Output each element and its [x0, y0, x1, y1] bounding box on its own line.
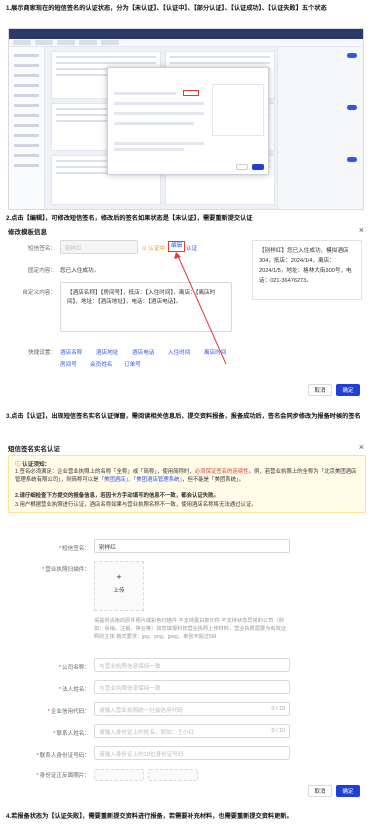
quick-item[interactable]: 会员姓名	[90, 360, 112, 368]
admin-sidebar	[9, 47, 45, 209]
id-number-label: *联系人身份证号码：	[36, 753, 90, 759]
legal-name-input[interactable]: 与营业执照信息保持一致	[94, 680, 290, 694]
fixed-content-value: 您已入住成功。	[60, 268, 100, 274]
admin-screenshot	[8, 28, 364, 210]
notice-rule-1: 1.签名必须满足：企业营业执照上的名称「全称」或「简称」，使用简称时，必须保证签…	[15, 469, 357, 483]
quick-item[interactable]: 入住时间	[168, 348, 190, 356]
quick-item[interactable]: 离店时间	[204, 348, 226, 356]
license-label: *营业执照扫描件：	[42, 567, 90, 573]
admin-sub-nav	[9, 39, 363, 47]
step-1-description: 1.展示商家现在的短信签名的认证状态，分为【未认证】、【认证中】、【部分认证】、…	[6, 5, 327, 12]
admin-modal	[107, 67, 269, 175]
fixed-content-label: 固定内容：	[28, 268, 56, 274]
step-2-description: 2.点击【编辑】，可修改短信签名，修改后的签名如果状态是【未认证】，需要重新提交…	[6, 215, 253, 222]
toggle-switch[interactable]	[347, 157, 357, 162]
upload-hint: 请提供清晰的原件照片或彩色扫描件 不支持黑白复印件 不支持状态异常的公司（例如：…	[94, 618, 286, 640]
cancel-button[interactable]: 取消	[308, 384, 332, 396]
preview-box	[212, 84, 264, 136]
quick-item[interactable]: 订单号	[124, 360, 141, 368]
id-photo-label: *身份证正反面照片：	[36, 773, 90, 779]
notice-rule-3: 3.用户根据营业执照进行认证，酒店名称如果与营业执照名称不一致，使用酒店名称将无…	[15, 502, 257, 508]
toggle-switch[interactable]	[347, 105, 357, 110]
sign-input[interactable]: 别样红	[94, 539, 290, 553]
custom-content-label: 自定义内容：	[22, 290, 56, 296]
step-4-description: 4.若报备状态为【认证失败】，需要重新提交资料进行报备，若需要补充材料，也需要重…	[6, 813, 293, 820]
sms-preview: 【别样红】您已入住成功，模拟酒店304，抵店：2024/1/4，离店：2024/…	[252, 240, 362, 300]
quick-item[interactable]: 房间号	[60, 360, 77, 368]
edit-template-dialog: 修改模板信息 × 短信签名： 别样红 ⊙ 认证中 编辑 认证 固定内容： 您已入…	[8, 225, 366, 396]
confirm-button[interactable]: 确定	[336, 785, 360, 797]
id-number-input[interactable]: 请输入身份证上的18位身份证号码	[94, 746, 290, 760]
legal-name-label: *法人姓名：	[58, 687, 90, 693]
credit-code-placeholder: 请输入营业执照统一社会信用代码	[99, 708, 183, 714]
sign-label: *短信签名：	[58, 546, 90, 552]
admin-top-nav	[9, 29, 363, 39]
quick-item[interactable]: 酒店电话	[132, 348, 154, 356]
credit-code-label: *企业信用代码：	[47, 709, 90, 715]
admin-right-pane	[277, 47, 363, 209]
status-highlight-box	[183, 90, 199, 96]
custom-content-textarea[interactable]: 【酒店名称】【房间号】，抵店：【入住时间】，离店：【离店时间】，地址：【酒店地址…	[60, 282, 232, 332]
quick-item[interactable]: 酒店名称	[60, 348, 82, 356]
id-photo-front-upload[interactable]	[94, 769, 144, 781]
contact-name-counter: 0 / 10	[271, 728, 286, 734]
close-icon[interactable]: ×	[359, 442, 364, 452]
license-upload[interactable]: + 上传	[94, 561, 144, 611]
quick-item[interactable]: 酒店地址	[96, 348, 118, 356]
quick-settings-label: 快捷设置：	[28, 350, 56, 356]
sign-value: 别样红	[65, 246, 82, 252]
credit-code-counter: 0 / 18	[271, 706, 286, 712]
company-input[interactable]: 与营业执照信息保持一致	[94, 658, 290, 672]
id-photo-back-upload[interactable]	[148, 769, 198, 781]
dialog-title: 修改模板信息	[8, 229, 47, 236]
modal-cancel-button[interactable]	[236, 164, 248, 170]
contact-name-label: *联系人姓名：	[53, 731, 90, 737]
dialog-title: 短信签名实名认证	[8, 446, 60, 453]
legal-name-placeholder: 与营业执照信息保持一致	[99, 686, 161, 692]
company-placeholder: 与营业执照信息保持一致	[99, 664, 161, 670]
upload-label: 上传	[113, 588, 125, 594]
company-label: *公司名称：	[58, 665, 90, 671]
auth-notice: ⓘ 认证须知： 1.签名必须满足：企业营业执照上的名称「全称」或「简称」，使用简…	[8, 455, 366, 513]
contact-name-placeholder: 请输入身份证上的姓名，例如：王小红	[99, 730, 195, 736]
toggle-switch[interactable]	[347, 53, 357, 58]
sign-label: 短信签名：	[28, 246, 56, 252]
contact-name-input[interactable]: 请输入身份证上的姓名，例如：王小红 0 / 10	[94, 724, 290, 738]
sign-value: 别样红	[99, 545, 116, 551]
notice-rule-2: 2.请仔细检查下方提交的报备信息，若因卡方手动填写的信息不一致，都会认证失败。	[15, 493, 219, 499]
id-number-placeholder: 请输入身份证上的18位身份证号码	[99, 752, 184, 758]
confirm-button[interactable]: 确定	[336, 384, 360, 396]
modal-confirm-button[interactable]	[252, 164, 264, 170]
status-badge: ⊙ 认证中	[142, 246, 166, 252]
notice-title: ⓘ 认证须知：	[15, 462, 51, 468]
custom-content-value: 【酒店名称】【房间号】，抵店：【入住时间】，离店：【离店时间】，地址：【酒店地址…	[67, 290, 216, 305]
close-icon[interactable]: ×	[359, 225, 364, 235]
sign-input[interactable]: 别样红	[60, 240, 138, 254]
sms-auth-dialog: 短信签名实名认证 × ⓘ 认证须知： 1.签名必须满足：企业营业执照上的名称「全…	[8, 441, 366, 801]
edit-link[interactable]: 编辑	[168, 241, 186, 252]
step-3-description: 3.点击【认证】，出现短信签名实名认证弹窗，需阅读相关信息后，提交资料报备，报备…	[6, 413, 361, 420]
cancel-button[interactable]: 取消	[308, 785, 332, 797]
plus-icon: +	[116, 572, 122, 582]
auth-link[interactable]: 认证	[186, 244, 197, 252]
credit-code-input[interactable]: 请输入营业执照统一社会信用代码 0 / 18	[94, 702, 290, 716]
